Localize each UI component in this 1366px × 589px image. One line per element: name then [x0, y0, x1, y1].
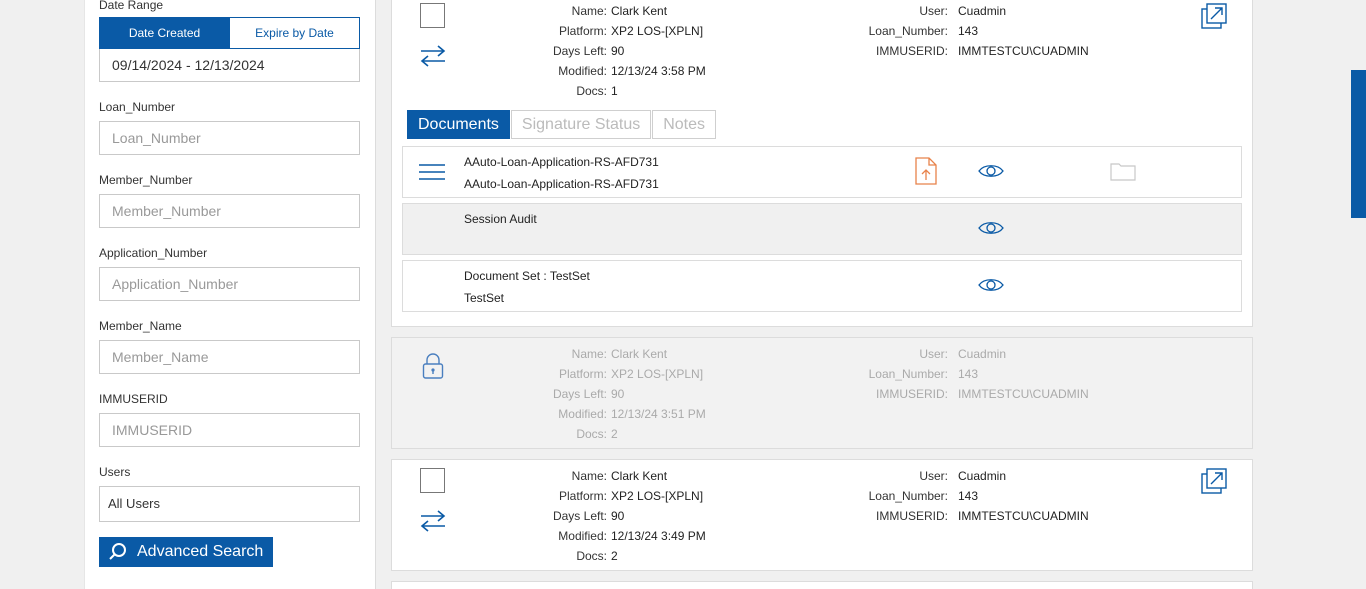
modified-key: Modified: — [558, 407, 607, 421]
tab-documents[interactable]: Documents — [407, 110, 510, 139]
view-eye-icon[interactable] — [978, 220, 1004, 236]
view-eye-icon[interactable] — [978, 277, 1004, 293]
advanced-search-label: Advanced Search — [137, 543, 264, 560]
user-value: Cuadmin — [958, 469, 1007, 483]
immuserid-value: IMMTESTCU\CUADMIN — [958, 387, 1089, 401]
loan-number-value: 143 — [958, 367, 979, 381]
platform-key: Platform: — [558, 24, 607, 38]
date-mode-toggle: Date Created Expire by Date — [99, 17, 360, 49]
immuserid-key: IMMUSERID: — [876, 509, 948, 523]
loan-number-key: Loan_Number: — [868, 24, 948, 38]
immuserid-value: IMMTESTCU\CUADMIN — [958, 509, 1089, 523]
expire-by-date-tab[interactable]: Expire by Date — [229, 18, 359, 48]
docs-value: 2 — [611, 549, 618, 563]
docs-key: Docs: — [576, 84, 607, 98]
user-value: Cuadmin — [958, 4, 1007, 18]
name-value: Clark Kent — [611, 469, 668, 483]
modified-value: 12/13/24 3:49 PM — [611, 529, 706, 543]
loan-number-value: 143 — [958, 24, 979, 38]
immuserid-input[interactable] — [99, 413, 360, 447]
loan-number-input[interactable] — [99, 121, 360, 155]
immuserid-key: IMMUSERID: — [876, 44, 948, 58]
select-checkbox[interactable] — [420, 3, 445, 28]
package-card — [391, 581, 1253, 589]
users-select[interactable]: All Users — [99, 486, 360, 522]
document-row[interactable]: AAuto-Loan-Application-RS-AFD731 AAuto-L… — [402, 146, 1242, 198]
lock-icon — [422, 353, 444, 379]
platform-value: XP2 LOS-[XPLN] — [611, 367, 704, 381]
platform-value: XP2 LOS-[XPLN] — [611, 489, 704, 503]
user-value: Cuadmin — [958, 347, 1007, 361]
document-name: Document Set : TestSet — [464, 269, 590, 283]
modified-value: 12/13/24 3:58 PM — [611, 64, 706, 78]
swap-icon[interactable] — [419, 44, 447, 68]
package-card: Name: Clark Kent Platform: XP2 LOS-[XPLN… — [391, 459, 1253, 571]
name-value: Clark Kent — [611, 347, 668, 361]
days-left-value: 90 — [611, 509, 625, 523]
open-external-icon[interactable] — [1201, 468, 1227, 494]
name-key: Name: — [571, 347, 607, 361]
package-card-locked: Name: Clark Kent Platform: XP2 LOS-[XPLN… — [391, 337, 1253, 449]
document-subtitle: AAuto-Loan-Application-RS-AFD731 — [464, 177, 659, 191]
swap-icon[interactable] — [419, 509, 447, 533]
document-name: Session Audit — [464, 212, 537, 226]
loan-number-label: Loan_Number — [99, 100, 176, 114]
immuserid-value: IMMTESTCU\CUADMIN — [958, 44, 1089, 58]
days-left-key: Days Left: — [552, 387, 607, 401]
tab-signature-status[interactable]: Signature Status — [510, 110, 652, 139]
name-value: Clark Kent — [611, 4, 668, 18]
platform-key: Platform: — [558, 489, 607, 503]
docs-key: Docs: — [576, 427, 607, 441]
days-left-value: 90 — [611, 387, 625, 401]
platform-value: XP2 LOS-[XPLN] — [611, 24, 704, 38]
document-subtitle: TestSet — [464, 291, 505, 305]
user-key: User: — [919, 347, 948, 361]
days-left-value: 90 — [611, 44, 625, 58]
scrollbar-thumb[interactable] — [1351, 70, 1366, 218]
date-range-input[interactable]: 09/14/2024 - 12/13/2024 — [99, 49, 360, 82]
users-label: Users — [99, 465, 131, 479]
days-left-key: Days Left: — [552, 44, 607, 58]
folder-icon[interactable] — [1110, 161, 1136, 181]
file-upload-icon[interactable] — [915, 157, 937, 185]
name-key: Name: — [571, 4, 607, 18]
loan-number-value: 143 — [958, 489, 979, 503]
platform-key: Platform: — [558, 367, 607, 381]
name-key: Name: — [571, 469, 607, 483]
user-key: User: — [919, 4, 948, 18]
member-name-input[interactable] — [99, 340, 360, 374]
days-left-key: Days Left: — [552, 509, 607, 523]
document-name: AAuto-Loan-Application-RS-AFD731 — [464, 155, 659, 169]
docs-value: 2 — [611, 427, 618, 441]
modified-key: Modified: — [558, 529, 607, 543]
date-range-label: Date Range — [99, 0, 164, 12]
package-card: Name: Clark Kent Platform: XP2 LOS-[XPLN… — [391, 0, 1253, 327]
card-tabs: Documents Signature Status Notes — [407, 110, 717, 139]
document-row[interactable]: Session Audit — [402, 203, 1242, 255]
modified-key: Modified: — [558, 64, 607, 78]
menu-icon[interactable] — [419, 163, 445, 181]
document-row[interactable]: Document Set : TestSet TestSet — [402, 260, 1242, 312]
application-number-label: Application_Number — [99, 246, 208, 260]
select-checkbox[interactable] — [420, 468, 445, 493]
search-icon — [109, 543, 126, 560]
loan-number-key: Loan_Number: — [868, 489, 948, 503]
tab-notes[interactable]: Notes — [652, 110, 717, 139]
docs-key: Docs: — [576, 549, 607, 563]
advanced-search-button[interactable]: Advanced Search — [99, 537, 273, 567]
filter-sidebar: Date Range Date Created Expire by Date 0… — [84, 0, 376, 589]
member-name-label: Member_Name — [99, 319, 182, 333]
member-number-input[interactable] — [99, 194, 360, 228]
user-key: User: — [919, 469, 948, 483]
date-created-tab[interactable]: Date Created — [100, 18, 229, 48]
modified-value: 12/13/24 3:51 PM — [611, 407, 706, 421]
docs-value: 1 — [611, 84, 618, 98]
immuserid-key: IMMUSERID: — [876, 387, 948, 401]
view-eye-icon[interactable] — [978, 163, 1004, 179]
open-external-icon[interactable] — [1201, 3, 1227, 29]
member-number-label: Member_Number — [99, 173, 193, 187]
immuserid-label: IMMUSERID — [99, 392, 168, 406]
application-number-input[interactable] — [99, 267, 360, 301]
loan-number-key: Loan_Number: — [868, 367, 948, 381]
